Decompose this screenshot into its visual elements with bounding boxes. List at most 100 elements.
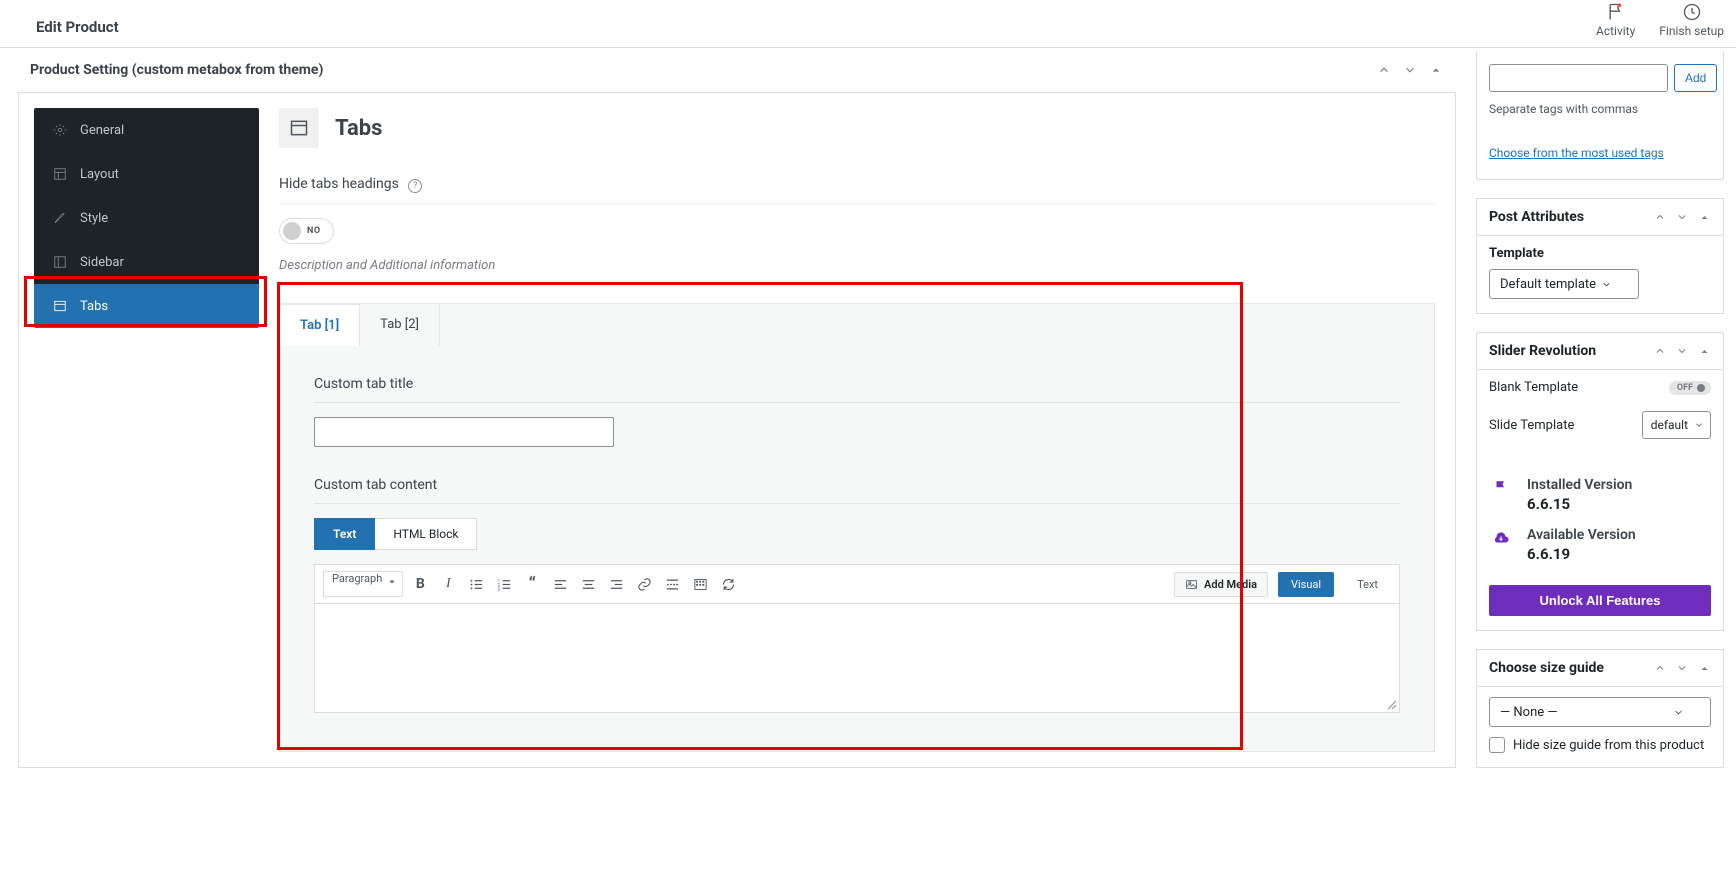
installed-version-value: 6.6.15 xyxy=(1527,495,1632,513)
activity-label: Activity xyxy=(1596,24,1635,38)
sidebar-item-label: General xyxy=(80,123,124,138)
chevron-up-icon[interactable] xyxy=(1651,660,1669,676)
sidebar-item-general[interactable]: General xyxy=(34,108,259,152)
resize-grip-icon[interactable] xyxy=(1385,698,1397,710)
metabox-title: Slider Revolution xyxy=(1489,343,1596,359)
toggle-label: NO xyxy=(307,226,321,236)
gear-icon xyxy=(52,122,68,138)
list-ul-icon[interactable] xyxy=(467,575,485,593)
link-icon[interactable] xyxy=(635,575,653,593)
blank-template-label: Blank Template xyxy=(1489,380,1578,395)
caret-up-icon[interactable] xyxy=(1695,209,1713,225)
unlock-features-button[interactable]: Unlock All Features xyxy=(1489,585,1711,616)
wysiwyg-editor: Paragraph B I 123 xyxy=(314,564,1400,713)
quote-icon[interactable]: “ xyxy=(523,575,541,593)
caret-up-icon[interactable] xyxy=(1695,660,1713,676)
tag-input[interactable] xyxy=(1489,64,1668,92)
size-guide-select[interactable]: — None — xyxy=(1489,697,1711,727)
editor-mode-html[interactable]: HTML Block xyxy=(375,518,477,550)
metabox-title: Post Attributes xyxy=(1489,209,1584,225)
chevron-down-icon[interactable] xyxy=(1400,60,1420,80)
bold-icon[interactable]: B xyxy=(411,575,429,593)
add-tag-button[interactable]: Add xyxy=(1674,64,1717,92)
hide-tabs-label: Hide tabs headings ? xyxy=(279,176,1435,204)
flag-icon xyxy=(1606,2,1626,22)
align-center-icon[interactable] xyxy=(579,575,597,593)
sidebar-item-label: Style xyxy=(80,211,108,226)
hide-tabs-toggle[interactable]: NO xyxy=(279,218,334,244)
layout-icon xyxy=(52,166,68,182)
product-settings-nav: General Layout Style Sidebar xyxy=(34,108,259,328)
toggle-knob xyxy=(283,222,301,240)
help-icon[interactable]: ? xyxy=(408,179,422,193)
editor-mode-text[interactable]: Text xyxy=(314,518,375,550)
window-icon xyxy=(52,298,68,314)
page-title: Edit Product xyxy=(36,0,119,36)
metabox-title: Choose size guide xyxy=(1489,660,1604,676)
post-attributes-metabox: Post Attributes Template Default templat… xyxy=(1476,198,1724,314)
sidebar-item-style[interactable]: Style xyxy=(34,196,259,240)
format-select[interactable]: Paragraph xyxy=(323,571,403,597)
media-icon xyxy=(1185,578,1198,591)
list-ol-icon[interactable]: 123 xyxy=(495,575,513,593)
flag-icon xyxy=(1489,477,1513,497)
refresh-icon[interactable] xyxy=(719,575,737,593)
slide-template-select[interactable]: default xyxy=(1642,411,1711,439)
tab-title-input[interactable] xyxy=(314,417,614,447)
editor-textarea[interactable] xyxy=(315,604,1399,712)
screen-title: Tabs xyxy=(335,116,382,141)
chevron-down-icon[interactable] xyxy=(1673,209,1691,225)
chevron-down-icon[interactable] xyxy=(1673,660,1691,676)
slider-revolution-metabox: Slider Revolution Blank Template OFF xyxy=(1476,332,1724,631)
caret-up-icon[interactable] xyxy=(1695,343,1713,359)
read-more-icon[interactable] xyxy=(663,575,681,593)
template-select[interactable]: Default template xyxy=(1489,269,1639,299)
most-used-tags-link[interactable]: Choose from the most used tags xyxy=(1489,146,1664,160)
sidebar-item-label: Sidebar xyxy=(80,255,124,270)
toolbar-toggle-icon[interactable] xyxy=(691,575,709,593)
align-right-icon[interactable] xyxy=(607,575,625,593)
brush-icon xyxy=(52,210,68,226)
sidebar-icon xyxy=(52,254,68,270)
chevron-up-icon[interactable] xyxy=(1651,343,1669,359)
cloud-download-icon xyxy=(1489,527,1513,547)
sidebar-item-label: Layout xyxy=(80,167,119,182)
tag-help-text: Separate tags with commas xyxy=(1489,102,1711,116)
text-tab[interactable]: Text xyxy=(1344,572,1391,597)
size-guide-metabox: Choose size guide — None — Hide size g xyxy=(1476,649,1724,768)
activity-action[interactable]: Activity xyxy=(1596,2,1635,38)
template-label: Template xyxy=(1489,246,1711,261)
sidebar-item-sidebar[interactable]: Sidebar xyxy=(34,240,259,284)
available-version-label: Available Version xyxy=(1527,527,1636,543)
installed-version-label: Installed Version xyxy=(1527,477,1632,493)
sidebar-item-label: Tabs xyxy=(80,299,108,314)
hide-size-guide-checkbox[interactable]: Hide size guide from this product xyxy=(1489,737,1711,753)
svg-text:3: 3 xyxy=(497,587,500,591)
italic-icon[interactable]: I xyxy=(439,575,457,593)
blank-template-toggle[interactable]: OFF xyxy=(1669,381,1711,395)
setting-description: Description and Additional information xyxy=(279,258,1435,273)
tab-content-label: Custom tab content xyxy=(314,477,1400,504)
tab-1[interactable]: Tab [1] xyxy=(280,304,360,346)
add-media-button[interactable]: Add Media xyxy=(1174,572,1268,597)
chevron-up-icon[interactable] xyxy=(1651,209,1669,225)
slide-template-label: Slide Template xyxy=(1489,418,1574,433)
sidebar-item-layout[interactable]: Layout xyxy=(34,152,259,196)
align-left-icon[interactable] xyxy=(551,575,569,593)
clock-icon xyxy=(1682,2,1702,22)
hide-size-guide-label: Hide size guide from this product xyxy=(1513,738,1704,753)
postbox-title: Product Setting (custom metabox from the… xyxy=(30,62,323,78)
visual-tab[interactable]: Visual xyxy=(1278,572,1334,597)
tab-2[interactable]: Tab [2] xyxy=(360,304,440,346)
caret-up-icon[interactable] xyxy=(1426,60,1446,80)
chevron-down-icon[interactable] xyxy=(1673,343,1691,359)
available-version-value: 6.6.19 xyxy=(1527,545,1636,563)
custom-tabs-panel: Tab [1] Tab [2] Custom tab title Custom … xyxy=(279,303,1435,752)
tags-metabox: Add Separate tags with commas Choose fro… xyxy=(1476,52,1724,180)
finish-setup-label: Finish setup xyxy=(1659,24,1724,38)
tab-title-label: Custom tab title xyxy=(314,376,1400,403)
finish-setup-action[interactable]: Finish setup xyxy=(1659,2,1724,38)
sidebar-item-tabs[interactable]: Tabs xyxy=(34,284,259,328)
chevron-up-icon[interactable] xyxy=(1374,60,1394,80)
tabs-title-icon xyxy=(279,108,319,148)
